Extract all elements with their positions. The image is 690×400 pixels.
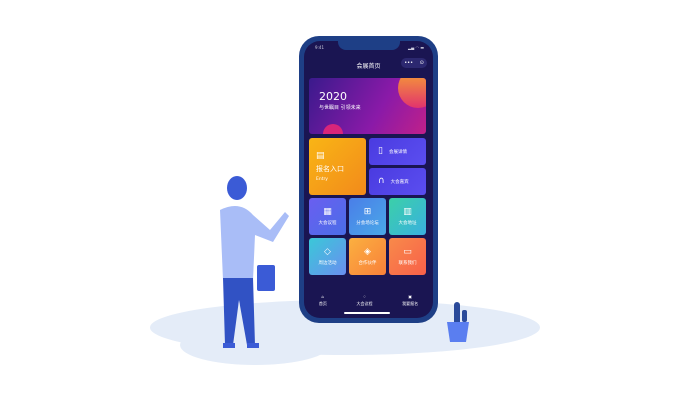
banner[interactable]: 2020 与世瞩目 引领未来 bbox=[309, 78, 426, 134]
tab-agenda[interactable]: ♢ 大会议程 bbox=[356, 294, 372, 307]
tab-label: 大会议程 bbox=[356, 300, 373, 306]
tile-label: 分会场论坛 bbox=[356, 220, 379, 226]
tab-home[interactable]: ⌂ 首页 bbox=[319, 294, 327, 307]
tile-details[interactable]: ▯ 会展详情 bbox=[369, 138, 426, 165]
tab-label: 首页 bbox=[318, 300, 327, 306]
tile-address[interactable]: ▥ 大会地址 bbox=[389, 198, 426, 235]
tile-label: 大会嘉宾 bbox=[390, 179, 409, 185]
mini-program-capsule[interactable]: ••• ⊙ bbox=[401, 58, 427, 68]
notch bbox=[338, 41, 400, 50]
banner-year: 2020 bbox=[319, 90, 347, 103]
tile-label: 周边活动 bbox=[318, 260, 337, 266]
app-screen: 9:41 ▂▄ ◠ ▬ 会展首页 ••• ⊙ 2020 与世瞩目 引领未来 ▤ … bbox=[304, 41, 433, 318]
more-icon[interactable]: ••• bbox=[404, 60, 413, 66]
phone-mockup: 9:41 ▂▄ ◠ ▬ 会展首页 ••• ⊙ 2020 与世瞩目 引领未来 ▤ … bbox=[299, 36, 438, 323]
building-icon: ▥ bbox=[403, 206, 412, 217]
chat-icon: ▭ bbox=[403, 246, 412, 257]
close-icon[interactable]: ⊙ bbox=[420, 60, 424, 66]
calendar-icon: ▦ bbox=[323, 206, 332, 217]
tag-icon: ◇ bbox=[324, 246, 331, 257]
tile-guests[interactable]: ∩ 大会嘉宾 bbox=[369, 168, 426, 195]
status-time: 9:41 bbox=[315, 45, 324, 50]
cactus-illustration bbox=[447, 302, 469, 342]
entry-tile[interactable]: ▤ 报名入口 Entry bbox=[309, 138, 366, 195]
tile-label: 会展详情 bbox=[388, 149, 407, 155]
tile-partners[interactable]: ◈ 合作伙伴 bbox=[349, 238, 386, 275]
tile-forum[interactable]: ⊞ 分会场论坛 bbox=[349, 198, 386, 235]
handshake-icon: ◈ bbox=[364, 246, 371, 257]
tile-label: 大会地址 bbox=[398, 220, 417, 226]
person-illustration bbox=[220, 176, 289, 348]
entry-sub: Entry bbox=[316, 176, 328, 182]
home-icon: ⌂ bbox=[321, 293, 325, 299]
entry-label: 报名入口 bbox=[316, 164, 344, 173]
tab-label: 我要报名 bbox=[402, 300, 419, 306]
tab-bar: ⌂ 首页 ♢ 大会议程 ▣ 我要报名 bbox=[304, 285, 433, 315]
tile-contact[interactable]: ▭ 联系我们 bbox=[389, 238, 426, 275]
tile-activities[interactable]: ◇ 周边活动 bbox=[309, 238, 346, 275]
home-indicator bbox=[344, 312, 390, 314]
banner-subtitle: 与世瞩目 引领未来 bbox=[319, 105, 361, 111]
drop-icon: ♢ bbox=[362, 293, 367, 299]
form-icon: ▣ bbox=[408, 293, 413, 299]
tile-agenda[interactable]: ▦ 大会议程 bbox=[309, 198, 346, 235]
status-icons: ▂▄ ◠ ▬ bbox=[408, 45, 424, 50]
clipboard-icon: ▯ bbox=[378, 146, 383, 156]
form-icon: ▤ bbox=[316, 150, 325, 161]
tile-label: 联系我们 bbox=[398, 260, 417, 266]
headset-icon: ∩ bbox=[378, 176, 385, 186]
tile-label: 合作伙伴 bbox=[358, 260, 377, 266]
grid-icon: ⊞ bbox=[363, 206, 372, 217]
tab-register[interactable]: ▣ 我要报名 bbox=[402, 294, 418, 307]
tile-label: 大会议程 bbox=[318, 220, 337, 226]
